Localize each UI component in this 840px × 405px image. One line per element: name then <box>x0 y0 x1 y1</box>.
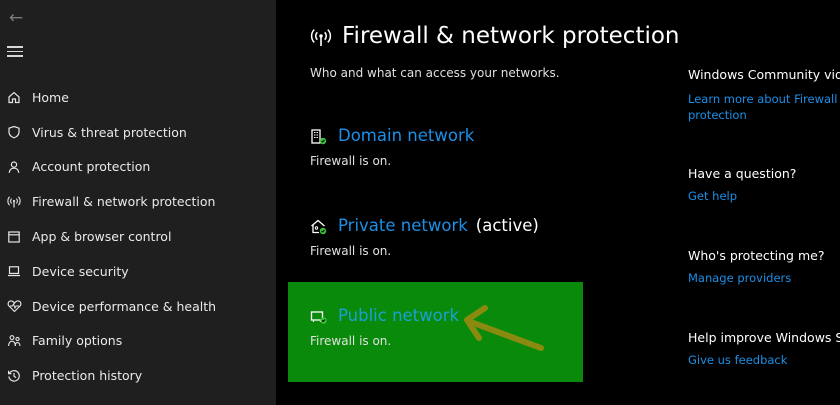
sidebar-item-label: App & browser control <box>32 229 172 245</box>
sidebar-item-virus-threat[interactable]: Virus & threat protection <box>0 115 276 150</box>
private-network-link[interactable]: Private network <box>338 216 468 235</box>
sidebar-item-protection-history[interactable]: Protection history <box>0 358 276 393</box>
get-help-link[interactable]: Get help <box>688 188 737 204</box>
heart-pulse-icon <box>6 298 22 314</box>
browser-window-icon <box>6 229 22 245</box>
sidebar-item-firewall[interactable]: Firewall & network protection <box>0 184 276 219</box>
shield-icon <box>6 124 22 140</box>
sidebar-nav: Home Virus & threat protection Account p… <box>0 80 276 393</box>
active-label: (active) <box>475 216 539 235</box>
domain-building-icon <box>310 128 328 146</box>
private-network-status: Firewall is on. <box>310 244 392 258</box>
back-arrow-icon[interactable]: ← <box>6 8 26 28</box>
sidebar-item-label: Family options <box>32 333 123 349</box>
sidebar-item-label: Firewall & network protection <box>32 194 216 210</box>
public-network-link[interactable]: Public network <box>338 306 459 325</box>
sidebar-item-account-protection[interactable]: Account protection <box>0 150 276 185</box>
sidebar: ← Home Virus & threat protection Account… <box>0 0 276 405</box>
domain-network-status: Firewall is on. <box>310 154 392 168</box>
private-home-network-icon <box>310 218 328 236</box>
domain-network-link[interactable]: Domain network <box>338 126 474 145</box>
hamburger-menu-icon[interactable] <box>6 43 24 61</box>
person-icon <box>6 159 22 175</box>
improve-heading: Help improve Windows Se <box>688 330 840 345</box>
sidebar-item-label: Protection history <box>32 368 143 384</box>
community-link-line: protection <box>688 108 747 122</box>
sidebar-item-label: Device performance & health <box>32 298 217 314</box>
public-network-icon <box>310 308 328 326</box>
public-network-status: Firewall is on. <box>310 334 392 348</box>
sidebar-item-label: Device security <box>32 263 129 279</box>
sidebar-item-label: Home <box>32 89 69 105</box>
sidebar-item-family-options[interactable]: Family options <box>0 324 276 359</box>
family-icon <box>6 333 22 349</box>
home-icon <box>6 89 22 105</box>
manage-providers-link[interactable]: Manage providers <box>688 270 791 286</box>
question-heading: Have a question? <box>688 166 797 181</box>
community-videos-heading: Windows Community vide <box>688 67 840 82</box>
community-learn-more-link[interactable]: Learn more about Firewall & protection <box>688 91 840 123</box>
right-info-panel: Windows Community vide Learn more about … <box>686 0 840 405</box>
sidebar-item-device-security[interactable]: Device security <box>0 254 276 289</box>
private-network-name: Private network (active) <box>338 216 539 235</box>
sidebar-item-label: Virus & threat protection <box>32 124 187 140</box>
protecting-heading: Who's protecting me? <box>688 248 825 263</box>
sidebar-item-app-browser[interactable]: App & browser control <box>0 219 276 254</box>
history-icon <box>6 368 22 384</box>
give-feedback-link[interactable]: Give us feedback <box>688 352 787 368</box>
antenna-icon <box>6 194 22 210</box>
laptop-icon <box>6 263 22 279</box>
community-link-line: Learn more about Firewall & <box>688 92 840 106</box>
sidebar-item-home[interactable]: Home <box>0 80 276 115</box>
pointer-arrow-annotation <box>464 305 544 351</box>
sidebar-item-device-performance[interactable]: Device performance & health <box>0 289 276 324</box>
sidebar-item-label: Account protection <box>32 159 151 175</box>
